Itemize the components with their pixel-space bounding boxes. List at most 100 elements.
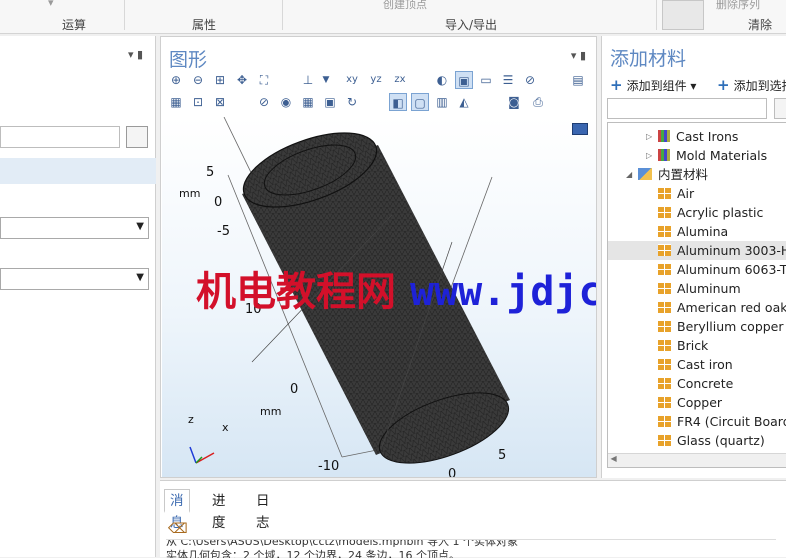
zoom-box-icon[interactable]: ⊞ bbox=[211, 71, 229, 89]
tree-item-label: Concrete bbox=[677, 376, 734, 391]
wireframe-icon[interactable]: ◐ bbox=[433, 71, 451, 89]
tree-item[interactable]: ▷ Mold Materials bbox=[608, 146, 786, 165]
axis-view-icon[interactable]: ⊥ bbox=[299, 71, 317, 89]
zoom-selected-icon[interactable]: ✥ bbox=[233, 71, 251, 89]
image-snapshot-icon[interactable]: ▤ bbox=[569, 71, 587, 89]
create-point-button[interactable]: 创建顶点 bbox=[383, 0, 427, 12]
horizontal-scrollbar[interactable]: ◀ bbox=[608, 453, 786, 467]
mesh-view-icon[interactable]: ▢ bbox=[411, 93, 429, 111]
material-filter-input[interactable] bbox=[607, 98, 767, 119]
message-line: 从 C:\Users\ASUS\Desktop\cctz\models.mphb… bbox=[166, 539, 518, 548]
material-icon bbox=[658, 301, 671, 313]
watermark-url: www.jdjcy.com bbox=[409, 269, 596, 315]
clear-split-button[interactable] bbox=[662, 0, 704, 30]
tree-item[interactable]: Aluminum 3003-H18 bbox=[608, 241, 786, 260]
tree-item-label: Air bbox=[677, 186, 695, 201]
tree-item[interactable]: Concrete bbox=[608, 374, 786, 393]
expand-right-icon[interactable]: ▷ bbox=[646, 127, 652, 146]
tree-item[interactable]: Glass (quartz) bbox=[608, 431, 786, 450]
tree-item[interactable]: American red oak bbox=[608, 298, 786, 317]
selected-row[interactable] bbox=[0, 158, 156, 184]
zoom-in-icon[interactable]: ⊕ bbox=[167, 71, 185, 89]
render-mode-icon[interactable]: ▣ bbox=[455, 71, 473, 89]
transparency-icon[interactable]: ▭ bbox=[477, 71, 495, 89]
tree-item[interactable]: ◢ 内置材料 bbox=[608, 165, 786, 184]
settings-dropdown-2[interactable]: ▼ bbox=[0, 268, 149, 290]
tab-log[interactable]: 日志 bbox=[250, 489, 276, 531]
tree-item-label: Mold Materials bbox=[676, 148, 768, 163]
delete-sequence-button[interactable]: 删除序列 bbox=[716, 0, 760, 12]
material-actions: +添加到组件 ▾ +添加到选择 bbox=[602, 76, 786, 96]
scene-light-icon[interactable]: ▥ bbox=[433, 93, 451, 111]
print-icon[interactable]: ⎙ bbox=[529, 93, 547, 111]
select-all-icon[interactable]: ⊡ bbox=[189, 93, 207, 111]
tick-label: 0 bbox=[448, 467, 457, 477]
material-icon bbox=[658, 244, 671, 256]
material-icon bbox=[658, 282, 671, 294]
tree-item[interactable]: Acrylic plastic bbox=[608, 203, 786, 222]
group-label-properties: 属性 bbox=[192, 18, 217, 32]
add-to-component-button[interactable]: + 添加到组件 ▾ bbox=[610, 76, 696, 94]
tab-messages[interactable]: 消息 bbox=[164, 489, 190, 531]
chevron-down-icon[interactable]: ▼ bbox=[317, 71, 335, 89]
watermark: 机电教程网 www.jdjcy.com bbox=[196, 259, 596, 317]
reset-icon[interactable]: ▣ bbox=[321, 93, 339, 111]
clear-messages-icon[interactable]: ⌫ bbox=[168, 521, 188, 537]
tree-item-label: Copper bbox=[677, 395, 723, 410]
camera-icon[interactable]: ◙ bbox=[505, 93, 523, 111]
material-icon bbox=[658, 358, 671, 370]
watermark-chinese: 机电教程网 bbox=[196, 268, 396, 315]
zoom-out-icon[interactable]: ⊖ bbox=[189, 71, 207, 89]
settings-dropdown-1[interactable]: ▼ bbox=[0, 217, 149, 239]
tick-label: 5 bbox=[498, 448, 507, 463]
search-button[interactable] bbox=[126, 126, 148, 148]
tree-item[interactable]: Aluminum 6063-T83 bbox=[608, 260, 786, 279]
tree-item[interactable]: Air bbox=[608, 184, 786, 203]
expand-right-icon[interactable]: ▷ bbox=[646, 146, 652, 165]
plus-icon: + bbox=[717, 76, 730, 94]
hide-icon[interactable]: ⊘ bbox=[521, 71, 539, 89]
expand-down-icon[interactable]: ◢ bbox=[626, 165, 632, 184]
mesh-render-icon[interactable]: ◭ bbox=[455, 93, 473, 111]
search-input[interactable] bbox=[0, 126, 120, 148]
panel-menu-icon[interactable]: ▾ ▮ bbox=[128, 48, 143, 61]
filter-button[interactable] bbox=[774, 98, 786, 119]
tree-item-label: Alumina bbox=[677, 224, 729, 239]
tree-item[interactable]: Cast iron bbox=[608, 355, 786, 374]
select-box-icon[interactable]: ▦ bbox=[167, 93, 185, 111]
material-icon bbox=[658, 434, 671, 446]
tree-item[interactable]: Copper bbox=[608, 393, 786, 412]
tree-item[interactable]: Brick bbox=[608, 336, 786, 355]
light-icon[interactable]: ☰ bbox=[499, 71, 517, 89]
tick-label: -10 bbox=[318, 459, 340, 474]
clear-selection-icon[interactable]: ⊠ bbox=[211, 93, 229, 111]
axis-unit-label: mm bbox=[260, 405, 282, 418]
axis-unit-label: mm bbox=[179, 187, 201, 200]
yz-view-icon[interactable]: yz bbox=[367, 71, 385, 89]
xy-view-icon[interactable]: xy bbox=[343, 71, 361, 89]
add-to-component-label: 添加到组件 bbox=[626, 79, 687, 93]
zx-view-icon[interactable]: zx bbox=[391, 71, 409, 89]
dropdown-arrow-icon[interactable]: ▾ bbox=[48, 0, 54, 9]
chevron-down-icon: ▼ bbox=[136, 272, 144, 283]
grid-icon[interactable]: ▦ bbox=[299, 93, 317, 111]
show-icon[interactable]: ◉ bbox=[277, 93, 295, 111]
tree-item[interactable]: Beryllium copper UNS bbox=[608, 317, 786, 336]
perspective-icon[interactable]: ◧ bbox=[389, 93, 407, 111]
tree-item[interactable]: Aluminum bbox=[608, 279, 786, 298]
tree-item[interactable]: FR4 (Circuit Board) bbox=[608, 412, 786, 431]
zoom-extents-icon[interactable]: ⛶ bbox=[255, 71, 273, 89]
3d-viewport[interactable]: 5 mm 0 -5 10 0 mm -10 5 0 z x 机电教程网 www.… bbox=[162, 117, 596, 477]
add-material-panel: 添加材料 +添加到组件 ▾ +添加到选择 ▷Cast Irons▷Mold Ma… bbox=[601, 36, 786, 478]
add-to-selection-button[interactable]: +添加到选择 bbox=[717, 76, 786, 94]
plus-icon: + bbox=[610, 76, 623, 94]
rotate-icon[interactable]: ↻ bbox=[343, 93, 361, 111]
tree-item[interactable]: Alumina bbox=[608, 222, 786, 241]
ribbon: ▾ 创建顶点 删除序列 运算 属性 导入/导出 清除 bbox=[0, 0, 786, 34]
tree-item[interactable]: ▷ Cast Irons bbox=[608, 127, 786, 146]
tab-progress[interactable]: 进度 bbox=[206, 489, 232, 531]
tick-label: 0 bbox=[290, 382, 299, 397]
triad-z-label: z bbox=[188, 413, 194, 426]
hide-geometry-icon[interactable]: ⊘ bbox=[255, 93, 273, 111]
panel-menu-icon[interactable]: ▾ ▮ bbox=[571, 49, 586, 62]
